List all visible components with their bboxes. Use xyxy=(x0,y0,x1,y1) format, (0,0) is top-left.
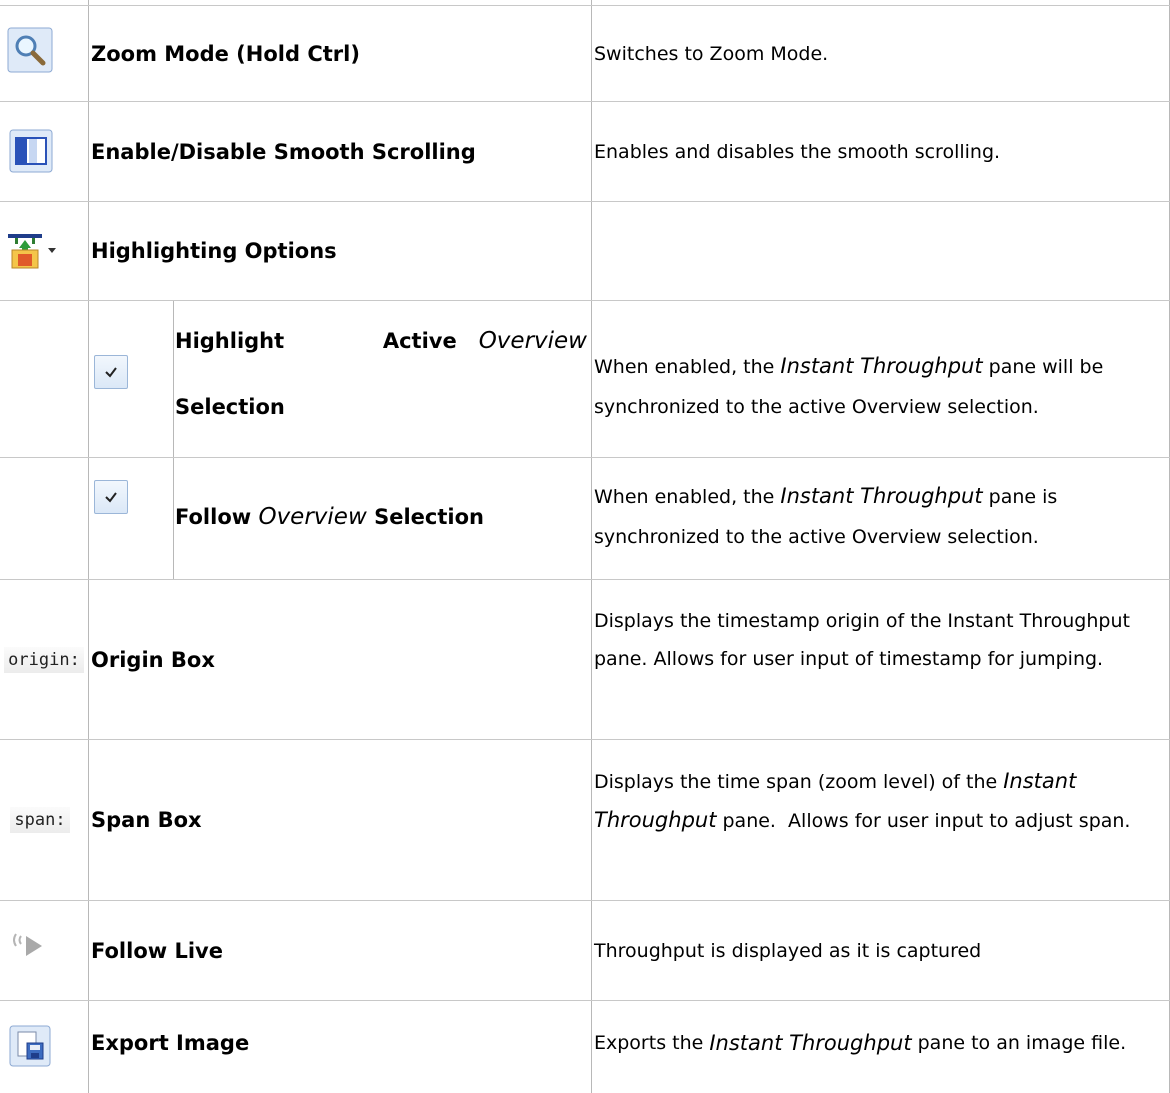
row-name-line-1: Highlight Active Overview xyxy=(175,320,587,362)
row-name: Enable/Disable Smooth Scrolling xyxy=(91,139,476,164)
name-part: Follow xyxy=(175,505,259,529)
row-name: Export Image xyxy=(91,1031,250,1055)
name-part: Selection xyxy=(366,505,484,529)
desc-part-italic: Instant Throughput xyxy=(780,354,983,378)
row-divider xyxy=(0,300,1170,301)
icon-wrapper xyxy=(6,924,50,964)
icon-wrapper xyxy=(91,352,131,392)
row-description: Displays the time span (zoom level) of t… xyxy=(594,762,1154,840)
icon-wrapper xyxy=(8,128,54,174)
row-description: Displays the timestamp origin of the Ins… xyxy=(594,610,1130,670)
smooth-scroll-icon[interactable] xyxy=(9,129,53,173)
desc-part: pane to an image file. xyxy=(911,1032,1127,1054)
row-description: When enabled, the Instant Throughput pan… xyxy=(594,476,1166,557)
row-name: Follow Overview Selection xyxy=(175,458,484,576)
checkbox-icon[interactable] xyxy=(94,355,128,389)
icon-wrapper xyxy=(6,228,62,272)
row-name-line-2: Selection xyxy=(175,395,285,419)
row-name: Highlighting Options xyxy=(91,239,337,263)
row-zoom-mode xyxy=(6,26,54,74)
follow-live-icon[interactable] xyxy=(8,926,48,962)
name-part: Highlight xyxy=(175,329,285,353)
column-divider-1 xyxy=(88,0,89,1093)
row-description: Switches to Zoom Mode. xyxy=(594,42,829,65)
row-name: Zoom Mode (Hold Ctrl) xyxy=(91,41,360,66)
toolbar-reference-table: Zoom Mode (Hold Ctrl) Switches to Zoom M… xyxy=(0,0,1170,1093)
row-description: Throughput is displayed as it is capture… xyxy=(594,939,982,962)
row-description: Enables and disables the smooth scrollin… xyxy=(594,140,1001,163)
desc-part: Exports the xyxy=(594,1032,710,1054)
row-description: Exports the Instant Throughput pane to a… xyxy=(594,1001,1126,1085)
icon-wrapper xyxy=(8,1024,52,1068)
export-image-icon[interactable] xyxy=(9,1025,51,1067)
icon-wrapper xyxy=(91,477,131,517)
checkbox-icon[interactable] xyxy=(94,480,128,514)
row-description: When enabled, the Instant Throughput pan… xyxy=(594,346,1166,427)
row-name: Highlight Active Overview Selection xyxy=(175,320,587,428)
name-part-group: Active Overview xyxy=(383,328,587,354)
checkmark-icon xyxy=(105,492,117,503)
desc-part: Displays the time span (zoom level) of t… xyxy=(594,771,1004,793)
span-label-icon[interactable]: span: xyxy=(10,807,70,833)
row-name: Follow Live xyxy=(91,938,223,963)
name-part-italic: Overview xyxy=(258,504,367,530)
desc-part-italic: Instant Throughput xyxy=(709,1031,912,1055)
desc-part: pane. Allows for user input to adjust sp… xyxy=(716,810,1131,832)
desc-part-italic: Instant Throughput xyxy=(780,484,983,508)
magnifier-icon[interactable] xyxy=(7,27,53,73)
desc-part: When enabled, the xyxy=(594,486,781,508)
name-part-italic: Overview xyxy=(478,328,587,354)
origin-label-icon[interactable]: origin: xyxy=(4,647,84,673)
column-divider-2 xyxy=(591,0,592,1093)
checkmark-icon xyxy=(105,367,117,378)
icon-wrapper: span: xyxy=(2,803,78,837)
highlighting-options-icon[interactable] xyxy=(6,230,62,270)
icon-wrapper: origin: xyxy=(2,643,86,677)
name-part: Active xyxy=(382,329,457,353)
row-name: Origin Box xyxy=(91,647,215,672)
desc-part: When enabled, the xyxy=(594,356,781,378)
row-name: Span Box xyxy=(91,808,202,832)
sub-column-divider xyxy=(173,301,174,579)
